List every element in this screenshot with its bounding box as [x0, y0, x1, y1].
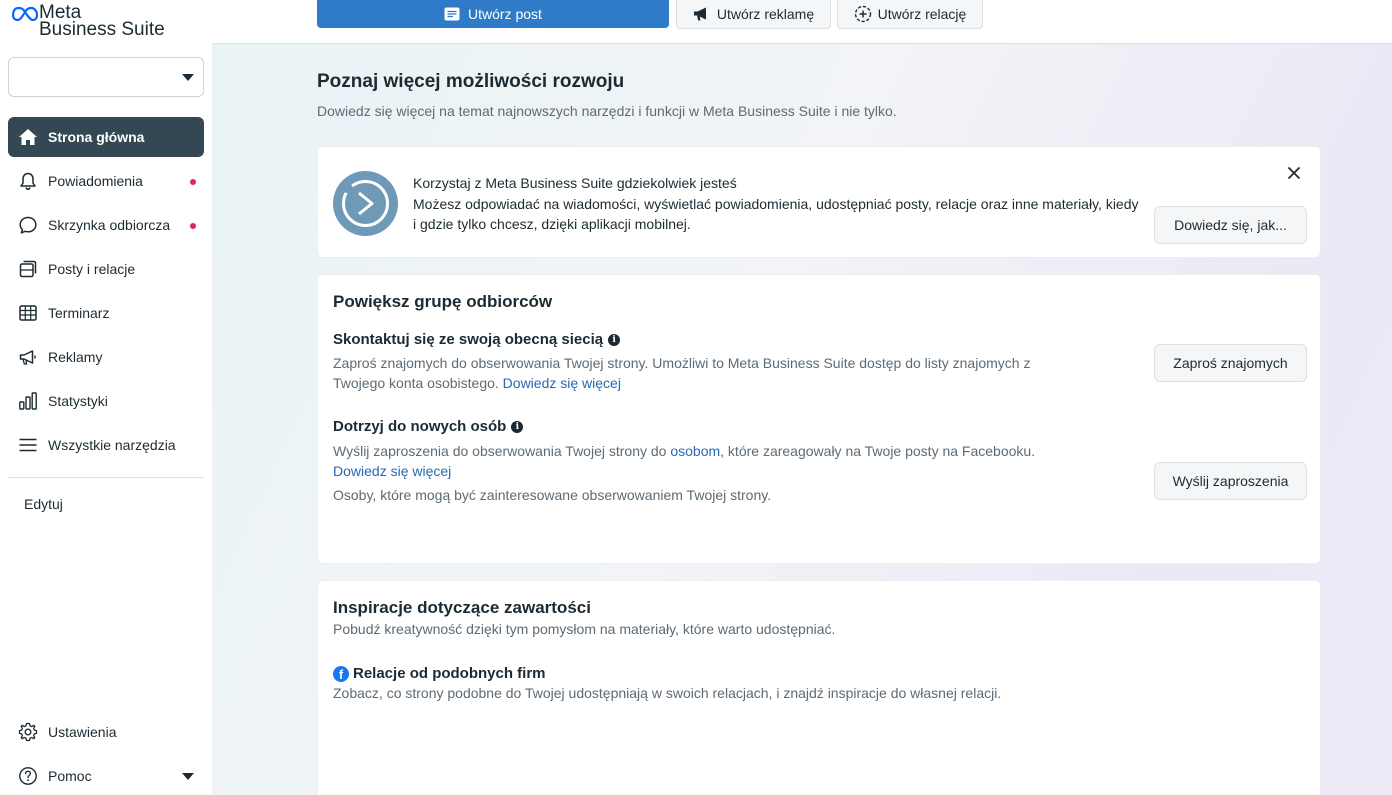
sidebar-item-help[interactable]: Pomoc: [8, 756, 204, 795]
mobile-card-title: Korzystaj z Meta Business Suite gdziekol…: [413, 175, 737, 191]
info-icon[interactable]: i: [511, 420, 524, 433]
similar-business-stories-heading: f Relacje od podobnych firm: [333, 665, 546, 682]
page-title: Poznaj więcej możliwości rozwoju: [317, 71, 625, 92]
contact-network-heading: Skontaktuj się ze swoją obecną siecią i: [333, 331, 621, 348]
sidebar-item-label: Powiadomienia: [48, 173, 143, 189]
caret-down-icon: [182, 74, 194, 81]
audience-card-title: Powiększ grupę odbiorców: [333, 292, 553, 311]
inspiration-card-title: Inspiracje dotyczące zawartości: [333, 598, 591, 617]
content-inspiration-card: Inspiracje dotyczące zawartości Pobudź k…: [317, 580, 1321, 795]
invite-friends-button[interactable]: Zaproś znajomych: [1154, 344, 1307, 382]
learn-how-button[interactable]: Dowiedz się, jak...: [1154, 206, 1307, 244]
sidebar-item-label: Wszystkie narzędzia: [48, 437, 176, 453]
sidebar-item-home[interactable]: Strona główna: [8, 117, 204, 157]
reach-new-people-heading: Dotrzyj do nowych osób i: [333, 418, 524, 435]
learn-more-link[interactable]: Dowiedz się więcej: [333, 463, 451, 479]
create-post-button[interactable]: Utwórz post: [317, 0, 669, 28]
megaphone-icon: [18, 347, 38, 367]
sidebar-item-label: Strona główna: [48, 129, 145, 145]
meta-business-suite-logo[interactable]: Meta Business Suite: [12, 3, 202, 40]
info-icon[interactable]: i: [608, 333, 621, 346]
logo-business-suite-text: Business Suite: [39, 19, 165, 40]
sidebar-item-label: Skrzynka odbiorcza: [48, 217, 171, 233]
chat-bubble-icon: [18, 215, 38, 235]
meta-infinity-icon: [12, 6, 38, 22]
home-icon: [18, 127, 38, 147]
send-invites-button[interactable]: Wyślij zaproszenia: [1154, 462, 1307, 500]
reach-new-people-text: Wyślij zaproszenia do obserwowania Twoje…: [333, 441, 1073, 481]
main-content: Utwórz post Utwórz reklamę Utwórz relacj…: [212, 0, 1392, 795]
sidebar-item-label: Statystyki: [48, 393, 108, 409]
sidebar-item-settings[interactable]: Ustawienia: [8, 712, 204, 752]
sidebar-item-notifications[interactable]: Powiadomienia: [8, 161, 204, 201]
create-post-label: Utwórz post: [468, 6, 542, 22]
mobile-app-card: Korzystaj z Meta Business Suite gdziekol…: [317, 146, 1321, 258]
inspiration-card-subtitle: Pobudź kreatywność dzięki tym pomysłom n…: [333, 621, 836, 637]
sidebar-item-all-tools[interactable]: Wszystkie narzędzia: [8, 425, 204, 465]
sidebar-item-insights[interactable]: Statystyki: [8, 381, 204, 421]
contact-network-title: Skontaktuj się ze swoją obecną siecią: [333, 331, 604, 348]
bell-icon: [18, 171, 38, 191]
sidebar-divider: [8, 477, 204, 478]
sidebar-item-planner[interactable]: Terminarz: [8, 293, 204, 333]
sidebar-nav: Strona główna Powiadomienia Skrzynka odb…: [8, 117, 204, 469]
reach-text-before: Wyślij zaproszenia do obserwowania Twoje…: [333, 443, 671, 459]
top-toolbar: Utwórz post Utwórz reklamę Utwórz relacj…: [212, 0, 1392, 44]
business-suite-app-icon: [333, 171, 398, 236]
hamburger-menu-icon: [18, 435, 38, 455]
posts-icon: [18, 259, 38, 279]
bar-chart-icon: [18, 391, 38, 411]
sidebar-bottom-nav: Ustawienia Pomoc: [8, 712, 204, 795]
sidebar-item-ads[interactable]: Reklamy: [8, 337, 204, 377]
post-icon: [444, 7, 460, 21]
close-icon[interactable]: [1286, 165, 1302, 181]
megaphone-icon: [693, 6, 711, 22]
story-plus-icon: [854, 5, 872, 23]
contact-network-description: Zaproś znajomych do obserwowania Twojej …: [333, 355, 1031, 391]
grow-audience-card: Powiększ grupę odbiorców Skontaktuj się …: [317, 274, 1321, 564]
reach-note: Osoby, które mogą być zainteresowane obs…: [333, 487, 772, 503]
stories-title: Relacje od podobnych firm: [353, 665, 546, 682]
create-story-label: Utwórz relację: [877, 6, 967, 22]
notification-dot: [190, 223, 196, 229]
edit-link[interactable]: Edytuj: [24, 496, 63, 512]
sidebar: Meta Business Suite Strona główna Powiad…: [0, 0, 212, 795]
facebook-icon: f: [333, 665, 349, 682]
create-ad-button[interactable]: Utwórz reklamę: [676, 0, 831, 29]
account-select[interactable]: [8, 57, 204, 97]
gear-icon: [18, 722, 38, 742]
notification-dot: [190, 179, 196, 185]
reach-new-people-title: Dotrzyj do nowych osób: [333, 418, 507, 435]
sidebar-item-label: Terminarz: [48, 305, 110, 321]
mobile-card-text: Możesz odpowiadać na wiadomości, wyświet…: [413, 196, 1139, 232]
create-ad-label: Utwórz reklamę: [716, 6, 815, 22]
learn-more-link[interactable]: Dowiedz się więcej: [503, 375, 621, 391]
people-link[interactable]: osobom: [670, 443, 720, 459]
calendar-table-icon: [18, 303, 38, 323]
sidebar-item-label: Reklamy: [48, 349, 103, 365]
contact-network-text: Zaproś znajomych do obserwowania Twojej …: [333, 353, 1073, 393]
stories-text: Zobacz, co strony podobne do Twojej udos…: [333, 685, 1002, 701]
create-story-button[interactable]: Utwórz relację: [837, 0, 983, 29]
sidebar-item-inbox[interactable]: Skrzynka odbiorcza: [8, 205, 204, 245]
caret-down-icon: [182, 773, 194, 780]
sidebar-item-label: Posty i relacje: [48, 261, 136, 277]
question-circle-icon: [18, 766, 38, 786]
sidebar-item-label: Ustawienia: [48, 724, 117, 740]
reach-text-after: , które zareagowały na Twoje posty na Fa…: [720, 443, 1036, 459]
page-subtitle: Dowiedz się więcej na temat najnowszych …: [317, 103, 897, 119]
sidebar-item-posts[interactable]: Posty i relacje: [8, 249, 204, 289]
sidebar-item-label: Pomoc: [48, 768, 92, 784]
